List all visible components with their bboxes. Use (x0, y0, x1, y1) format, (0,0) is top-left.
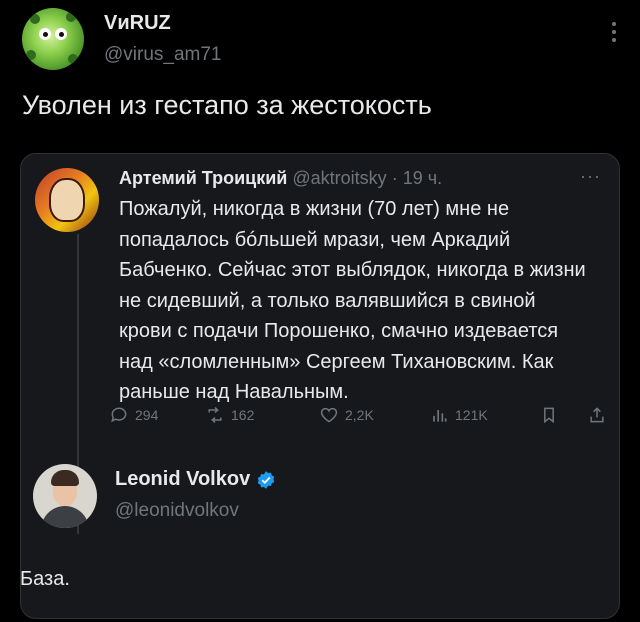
repost-button[interactable]: 162 (205, 405, 254, 425)
reply-icon (111, 407, 127, 423)
share-button[interactable] (587, 405, 607, 425)
quoted-more-icon[interactable]: ··· (580, 166, 601, 187)
repost-icon (208, 406, 222, 424)
bookmark-button[interactable] (539, 405, 559, 425)
post-text: Уволен из гестапо за жестокость (22, 90, 432, 120)
quoted-post-header: Артемий Троицкий @aktroitsky · 19 ч. (119, 168, 442, 189)
quoted-author-avatar[interactable] (35, 168, 99, 232)
quoted-post-body: Пожалуй, никогда в жизни (70 лет) мне не… (119, 198, 586, 403)
quoted-author-name[interactable]: Артемий Троицкий (119, 168, 287, 188)
quoted-post-time[interactable]: · 19 ч. (392, 168, 442, 188)
views-count: 121K (455, 407, 488, 423)
heart-icon (320, 407, 338, 423)
reply-post[interactable]: Leonid Volkov @leonidvolkov (33, 464, 593, 544)
views-icon (433, 410, 447, 422)
like-count: 2,2K (345, 407, 374, 423)
reply-author-handle[interactable]: @leonidvolkov (115, 500, 239, 522)
post-header: VиRUZ @virus_am71 (22, 8, 622, 74)
action-bar: 294 162 2,2K 121K (109, 405, 609, 429)
like-button[interactable]: 2,2K (319, 405, 374, 425)
verified-badge-icon (257, 470, 275, 489)
bookmark-icon (544, 407, 554, 424)
reply-author[interactable]: Leonid Volkov (115, 468, 276, 491)
reply-text: База. (20, 568, 70, 590)
reply-count: 294 (135, 407, 159, 423)
views-button[interactable]: 121K (429, 405, 488, 425)
reply-author-name[interactable]: Leonid Volkov (115, 468, 250, 491)
reply-button[interactable]: 294 (109, 405, 158, 425)
quoted-post-card[interactable]: Артемий Троицкий @aktroitsky · 19 ч. ···… (20, 153, 620, 619)
author-name[interactable]: VиRUZ (104, 12, 171, 35)
quoted-author-handle[interactable]: @aktroitsky (292, 168, 386, 188)
author-handle[interactable]: @virus_am71 (104, 44, 222, 66)
repost-count: 162 (231, 407, 255, 423)
more-options-icon[interactable] (612, 22, 616, 46)
share-icon (590, 407, 604, 423)
author-avatar[interactable] (22, 8, 84, 70)
reply-author-avatar[interactable] (33, 464, 97, 528)
